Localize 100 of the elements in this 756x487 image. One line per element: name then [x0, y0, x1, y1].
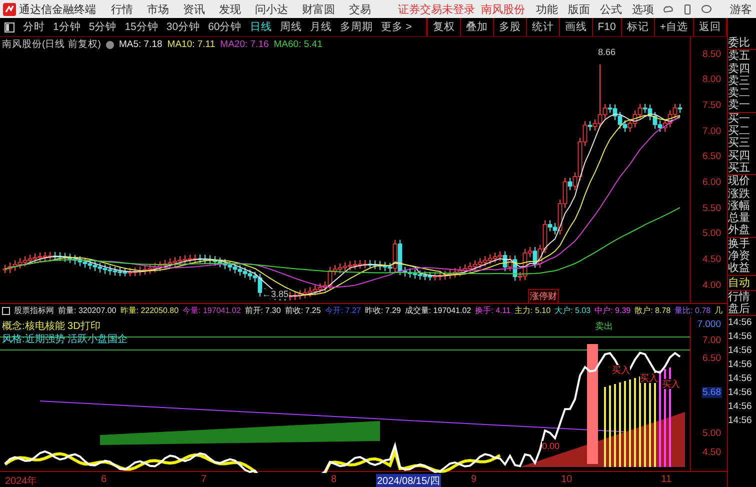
menu-item[interactable]: 版面 — [563, 0, 595, 18]
period-tab[interactable]: 60分钟 — [204, 18, 246, 36]
indicator-axis-label: 7.00 — [702, 335, 722, 346]
mode-label[interactable]: 行情 — [728, 290, 756, 303]
signal-label: 买入 — [662, 379, 680, 389]
indicator-icon[interactable] — [2, 306, 10, 314]
high-price-label: 8.66 — [598, 47, 616, 57]
limit-up-badge: 涨停财 — [528, 289, 559, 304]
date-axis-label: 2024/08/15/四 — [376, 474, 441, 487]
indicator-value: 换手: 4.11 — [475, 305, 511, 316]
period-tab[interactable]: 更多 > — [376, 18, 416, 36]
signal-label: 0.00 — [542, 441, 560, 451]
tick-time: 14:56 — [728, 358, 753, 372]
quote-label: 卖三 — [728, 74, 751, 87]
menu-item[interactable]: 问小达 — [248, 0, 295, 18]
date-axis-label: 10 — [560, 474, 574, 485]
quote-label: 外盘 — [728, 224, 751, 237]
menu-item[interactable]: 功能 — [531, 0, 563, 18]
period-tab[interactable]: 分时 — [19, 18, 49, 36]
tick-time: 14:56 — [728, 330, 753, 344]
ma-value: MA20: 7.16 — [220, 39, 269, 50]
chart-action-button[interactable]: 叠加 — [460, 18, 493, 36]
period-tab[interactable]: 日线 — [246, 18, 276, 36]
date-axis-label: 8 — [330, 474, 338, 485]
period-tab[interactable]: 周线 — [276, 18, 306, 36]
date-axis-label: 6 — [100, 474, 108, 485]
menu-item[interactable]: 财富圆 — [295, 0, 342, 18]
menu-item[interactable]: 市场 — [140, 0, 176, 18]
indicator-value: 前开: 7.30 — [244, 305, 281, 316]
price-axis-label: 5.00 — [702, 228, 722, 239]
auto-mode-button[interactable]: 自动 — [728, 276, 756, 290]
menu-item[interactable]: 资讯 — [176, 0, 212, 18]
quote-label: 净资 — [728, 250, 751, 262]
quote-label: 卖四 — [728, 62, 751, 75]
menu-item[interactable]: 行情 — [104, 0, 140, 18]
stock-link[interactable]: 南风股份 — [481, 2, 525, 16]
indicator-value: 前量: 320207.00 — [58, 305, 116, 316]
menu-item[interactable]: 选项 — [627, 0, 659, 18]
ma-value: MA10: 7.11 — [167, 39, 216, 50]
chart-action-button[interactable]: 标记 — [620, 18, 654, 36]
quote-label: 买四 — [728, 150, 751, 162]
period-tab[interactable]: 30分钟 — [162, 18, 204, 36]
date-axis-label: 2024年 — [4, 475, 38, 487]
low-price-label: ←3.85 — [262, 289, 289, 299]
menu-item[interactable]: 发现 — [212, 0, 248, 18]
indicator-value: 成交量: 197041.02 — [404, 305, 472, 316]
indicator-value: 几 — [714, 305, 723, 316]
quote-label: 换手 — [728, 238, 751, 250]
chart-action-button[interactable]: 统计 — [526, 18, 559, 36]
quote-label: 买一 — [728, 112, 751, 125]
app-logo-icon — [3, 2, 16, 16]
login-notice: 证券交易未登录 — [398, 2, 475, 16]
quote-label: 卖二 — [728, 87, 751, 100]
stock-note: 风格:近期强势 活跃小盘国企 — [2, 332, 128, 346]
quote-label: 卖一 — [728, 99, 751, 112]
indicator-axis-label: 5.00 — [702, 428, 722, 439]
period-tab[interactable]: 15分钟 — [120, 18, 162, 36]
price-axis-label: 7.00 — [702, 126, 722, 137]
indicator-axis-label: 6.50 — [702, 353, 722, 364]
chart-title: 南风股份(日线 前复权) — [2, 38, 101, 51]
price-axis-label: 6.50 — [702, 151, 722, 162]
tick-time: 14:56 — [728, 344, 753, 358]
quote-label: 卖五 — [728, 50, 751, 63]
period-tab[interactable]: 1分钟 — [49, 18, 85, 36]
chart-action-button[interactable]: 多股 — [492, 18, 526, 36]
tick-time: 14:56 — [728, 372, 753, 386]
cloud-icon[interactable] — [663, 4, 674, 14]
chart-action-button[interactable]: +自选 — [654, 18, 693, 36]
chart-action-button[interactable]: 画线 — [558, 18, 592, 36]
period-tab[interactable]: 5分钟 — [84, 18, 121, 36]
app-title: 通达信金融终端 — [19, 2, 96, 16]
chart-action-button[interactable]: 复权 — [426, 18, 460, 36]
indicator-name: 股票指标网 — [14, 305, 54, 316]
indicator-value: 今量: 197041.02 — [182, 305, 241, 316]
quote-label: 涨跌 — [728, 188, 751, 200]
signal-label: 买入 — [612, 365, 630, 375]
period-tab[interactable]: 多周期 — [336, 18, 377, 36]
price-axis-label: 6.00 — [702, 177, 722, 188]
indicator-axis-label: 7.000 — [696, 319, 722, 330]
price-axis-label: 7.50 — [702, 100, 722, 111]
indicator-value: 前收: 7.25 — [284, 305, 321, 316]
menu-item[interactable]: 公式 — [595, 0, 627, 18]
quote-label: 委比 — [728, 37, 751, 50]
phone-icon[interactable] — [682, 4, 693, 14]
panel-toggle-icon[interactable] — [4, 22, 15, 32]
chat-icon[interactable] — [701, 4, 712, 14]
signal-label: 卖出 — [595, 321, 613, 331]
indicator-value: 今开: 7.27 — [324, 305, 361, 316]
menu-item[interactable]: 交易 — [342, 0, 378, 18]
mode-label[interactable]: 盘后 — [728, 302, 756, 316]
ma-value: MA60: 5.41 — [274, 39, 322, 50]
tick-time: 14:56 — [728, 400, 753, 414]
date-axis-label: 9 — [470, 474, 478, 485]
indicator-value: 大户: 5.03 — [554, 305, 591, 316]
date-axis-label: 7 — [200, 474, 208, 485]
user-label[interactable]: 游客 — [723, 0, 756, 18]
chart-action-button[interactable]: 返回 — [693, 18, 726, 36]
quote-label: 现价 — [728, 175, 751, 188]
period-tab[interactable]: 月线 — [306, 18, 336, 36]
chart-action-button[interactable]: F10 — [592, 18, 621, 36]
